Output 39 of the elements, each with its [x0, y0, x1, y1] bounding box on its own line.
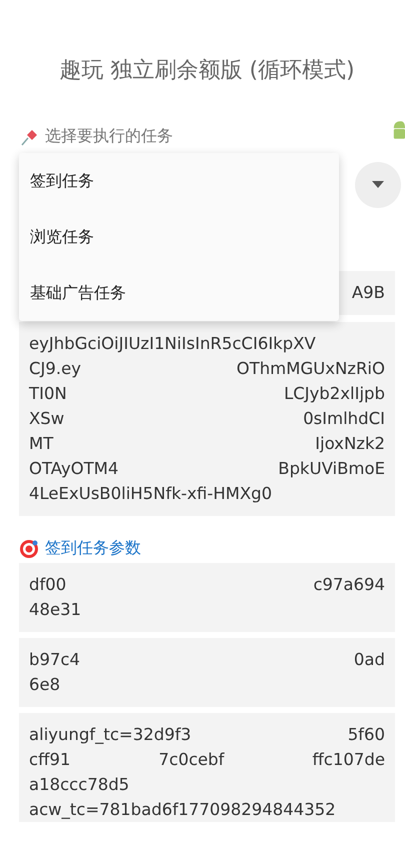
field-text: 0sImlhdCI: [303, 408, 385, 430]
caret-icon: [372, 181, 384, 189]
field-text: df00: [29, 574, 66, 596]
menu-item[interactable]: 基础广告任务: [19, 265, 339, 321]
field-text: TI0N: [29, 383, 67, 405]
text-field[interactable]: b97c4 0ad 6e8: [19, 638, 395, 707]
dropdown-button[interactable]: [355, 162, 401, 208]
field-text: b97c4: [29, 649, 80, 671]
text-field[interactable]: eyJhbGciOiJIUzI1NiIsInR5cCI6IkpXV CJ9.ey OThmMGUxNzRiO TI0N LCJyb2xlIjpb XSw 0sImlhdCI MT IjoxNzk2 OTAyOTM4 BpkUViBmoE 4LeExUsB0liH5Nfk-xfi-HMXg0: [19, 322, 395, 516]
field-text: CJ9.ey: [29, 358, 82, 380]
field-text: 4LeExUsB0liH5Nfk-xfi-HMXg0: [29, 483, 272, 505]
section-label: 选择要执行的任务: [45, 126, 173, 147]
field-text: OTAyOTM4: [29, 458, 119, 480]
menu-item[interactable]: 浏览任务: [19, 209, 339, 265]
field-text: 0ad: [354, 649, 385, 671]
field-text: acw_tc=781bad6f177098294844352: [29, 799, 336, 821]
field-text: LCJyb2xlIjpb: [284, 383, 385, 405]
field-text: 7c0cebf: [158, 749, 224, 771]
field-text: 48e31: [29, 599, 82, 621]
field-text: a18ccc78d5: [29, 774, 130, 796]
section-label: 签到任务参数: [45, 538, 141, 559]
field-text: ffc107de: [312, 749, 385, 771]
field-text: A9B: [352, 282, 385, 304]
field-text: MT: [29, 433, 54, 455]
field-text: cff91: [29, 749, 70, 771]
field-text: XSw: [29, 408, 64, 430]
page-title: 趣玩 独立刷余额版 (循环模式): [58, 57, 356, 85]
field-text: 5f60: [348, 724, 385, 746]
field-text: IjoxNzk2: [315, 433, 385, 455]
target-icon: [19, 538, 39, 558]
field-text: BpkUViBmoE: [278, 458, 385, 480]
field-text: c97a694: [313, 574, 385, 596]
menu-item[interactable]: 签到任务: [19, 153, 339, 209]
field-text: 6e8: [29, 674, 60, 696]
field-text: eyJhbGciOiJIUzI1NiIsInR5cCI6IkpXV: [29, 333, 316, 355]
field-text: aliyungf_tc=32d9f3: [29, 724, 192, 746]
field-text: OThmMGUxNzRiO: [236, 358, 385, 380]
text-field[interactable]: df00 c97a694 48e31: [19, 563, 395, 632]
text-field[interactable]: aliyungf_tc=32d9f3 5f60 cff91 7c0cebf ffc107de a18ccc78d5 acw_tc=781bad6f177098294844352: [19, 713, 395, 822]
